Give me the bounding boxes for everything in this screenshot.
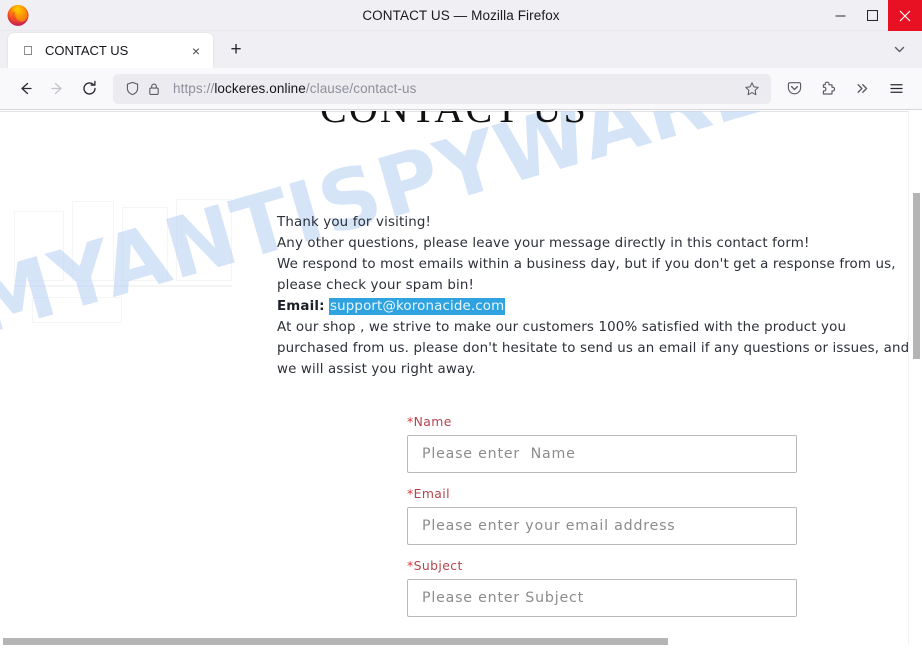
url-scheme: https:// (173, 81, 215, 96)
intro-copy: Thank you for visiting! Any other questi… (277, 212, 908, 380)
paragraph-questions: Any other questions, please leave your m… (277, 236, 810, 251)
label-subject: *Subject (407, 558, 797, 573)
forward-arrow-icon (50, 82, 62, 95)
url-host: lockeres.online (214, 81, 306, 96)
reload-icon (82, 80, 96, 95)
list-all-tabs-button[interactable] (886, 36, 912, 62)
label-subject-text: Subject (413, 558, 463, 573)
puzzle-piece-icon (822, 81, 835, 95)
minimize-icon (835, 15, 845, 17)
pocket-button[interactable] (777, 74, 811, 104)
app-menu-button[interactable] (879, 74, 913, 104)
vertical-scrollbar[interactable] (908, 111, 922, 645)
minimize-button[interactable] (824, 0, 856, 31)
maximize-button[interactable] (856, 0, 888, 31)
window-controls (824, 0, 922, 31)
name-input[interactable] (407, 435, 797, 473)
label-email-text: Email (413, 486, 450, 501)
lock-glyph (149, 83, 159, 95)
star-icon (745, 81, 759, 95)
web-page: MYANTISPYWARE.COM CONTACT US Thank you f… (0, 111, 908, 645)
new-tab-button[interactable]: + (221, 35, 251, 65)
required-asterisk: * (407, 486, 414, 501)
paragraph-closing: At our shop , we strive to make our cust… (277, 320, 908, 377)
paragraph-response-time: We respond to most emails within a busin… (277, 257, 896, 293)
maximize-icon (866, 10, 878, 21)
page-viewport: MYANTISPYWARE.COM CONTACT US Thank you f… (0, 111, 922, 652)
url-bar[interactable]: https://lockeres.online/clause/contact-u… (113, 73, 771, 104)
tab-close-icon[interactable]: × (187, 42, 205, 60)
label-name-text: Name (413, 414, 452, 429)
overflow-button[interactable] (845, 74, 879, 104)
lock-icon[interactable] (143, 78, 165, 100)
required-asterisk: * (407, 558, 414, 573)
firefox-logo-icon (7, 4, 29, 26)
shield-icon[interactable] (121, 78, 143, 100)
horizontal-scrollbar[interactable] (0, 637, 908, 645)
tab-title: CONTACT US (45, 43, 129, 58)
chevron-down-icon (894, 46, 904, 52)
reload-button[interactable] (73, 74, 105, 104)
field-email: *Email (407, 486, 797, 545)
contact-form: *Name *Email *Subject (407, 414, 797, 630)
shield-glyph (126, 81, 138, 96)
hamburger-menu-icon (889, 84, 903, 93)
close-button[interactable] (888, 0, 922, 31)
email-label: Email: (277, 299, 325, 314)
bookmark-star-button[interactable] (739, 76, 765, 102)
field-name: *Name (407, 414, 797, 473)
required-asterisk: * (407, 414, 414, 429)
forward-button[interactable] (41, 74, 73, 104)
paragraph-thank-you: Thank you for visiting! (277, 215, 432, 230)
email-address-selected[interactable]: support@koronacide.com (329, 298, 506, 315)
subject-input[interactable] (407, 579, 797, 617)
label-name: *Name (407, 414, 797, 429)
apple-icon:  (20, 43, 36, 59)
close-icon (899, 10, 911, 21)
url-path: /clause/contact-us (305, 81, 417, 96)
navigation-toolbar: https://lockeres.online/clause/contact-u… (0, 68, 922, 110)
extensions-button[interactable] (811, 74, 845, 104)
pocket-icon (787, 82, 801, 95)
back-arrow-icon (20, 82, 32, 95)
email-input[interactable] (407, 507, 797, 545)
url-text[interactable]: https://lockeres.online/clause/contact-u… (173, 81, 739, 96)
title-bar: CONTACT US — Mozilla Firefox (0, 0, 922, 31)
label-email: *Email (407, 486, 797, 501)
double-chevron-right-icon (857, 84, 867, 93)
email-line: Email: support@koronacide.com (277, 296, 908, 317)
tab-strip:  CONTACT US × + (0, 31, 922, 68)
vertical-scrollbar-thumb[interactable] (913, 193, 920, 359)
horizontal-scrollbar-thumb[interactable] (3, 638, 668, 645)
field-subject: *Subject (407, 558, 797, 617)
tab-contact-us[interactable]:  CONTACT US × (8, 33, 213, 68)
window-title: CONTACT US — Mozilla Firefox (362, 7, 560, 23)
back-button[interactable] (9, 74, 41, 104)
page-title: CONTACT US (0, 111, 908, 132)
browser-window: CONTACT US — Mozilla Firefox  CON (0, 0, 922, 652)
